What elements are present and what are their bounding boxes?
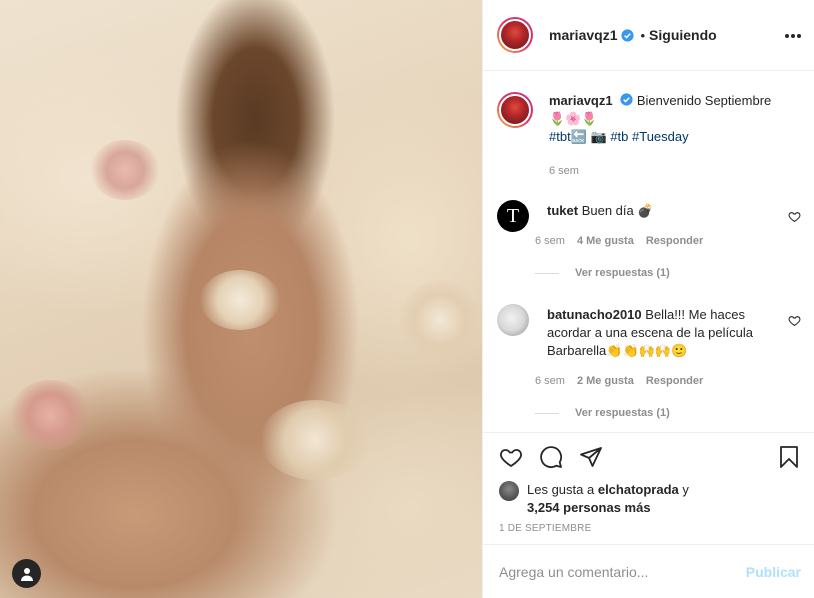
avatar[interactable]: T xyxy=(497,200,529,232)
photo-decoration xyxy=(400,280,480,360)
back-emoji: 🔙 xyxy=(570,129,587,144)
comment-input[interactable]: Agrega un comentario... xyxy=(499,564,746,580)
likes-summary: Les gusta a elchatoprada y 3,254 persona… xyxy=(499,481,689,517)
add-comment-bar: Agrega un comentario... Publicar xyxy=(483,544,814,598)
heart-icon[interactable] xyxy=(788,210,801,223)
reply-button[interactable]: Responder xyxy=(646,235,703,247)
verified-icon xyxy=(620,93,633,106)
view-replies-label: Ver respuestas (1) xyxy=(575,267,670,279)
comment-meta: 6 sem 4 Me gusta Responder xyxy=(535,235,715,247)
save-button[interactable] xyxy=(777,445,801,472)
hashtag-link[interactable]: #Tuesday xyxy=(632,129,689,144)
photo-decoration xyxy=(260,400,370,480)
heart-icon[interactable] xyxy=(788,314,801,327)
hashtag-link[interactable]: #tb xyxy=(610,129,628,144)
comment-username[interactable]: tuket xyxy=(547,203,578,218)
share-icon[interactable] xyxy=(579,445,603,469)
avatar[interactable] xyxy=(499,481,519,501)
reply-button[interactable]: Responder xyxy=(646,375,703,387)
comment-likes[interactable]: 4 Me gusta xyxy=(577,235,634,247)
verified-icon xyxy=(621,28,635,42)
post-panel: mariavqz1 • Siguiendo mariavqz1 Bienveni… xyxy=(482,0,814,598)
post-date[interactable]: 1 DE SEPTIEMBRE xyxy=(499,523,591,534)
avatar[interactable] xyxy=(497,304,529,336)
save-icon xyxy=(780,446,798,468)
photo-decoration xyxy=(90,140,160,200)
caption-text: Bienvenido Septiembre xyxy=(636,93,772,108)
comment-item: batunacho2010 Bella!!! Me haces acordar … xyxy=(497,304,801,360)
likes-connector: y xyxy=(682,482,689,497)
comments-section[interactable]: mariavqz1 Bienvenido Septiembre 🌷🌸🌷 #tbt… xyxy=(483,72,814,432)
user-icon xyxy=(20,567,33,581)
likes-prefix: Les gusta a xyxy=(527,482,595,497)
caption-username[interactable]: mariavqz1 xyxy=(549,93,613,108)
comment-time[interactable]: 6 sem xyxy=(535,235,565,247)
post-header: mariavqz1 • Siguiendo xyxy=(483,0,814,71)
heart-icon[interactable] xyxy=(499,445,523,469)
comment-likes[interactable]: 2 Me gusta xyxy=(577,375,634,387)
separator-dot: • xyxy=(640,27,646,43)
follow-button[interactable]: Siguiendo xyxy=(649,27,717,43)
comment-time[interactable]: 6 sem xyxy=(535,375,565,387)
avatar[interactable] xyxy=(497,17,533,53)
hashtag-link[interactable]: #tbt xyxy=(549,129,571,144)
camera-emoji: 📷 xyxy=(590,129,607,144)
publish-button[interactable]: Publicar xyxy=(746,564,801,580)
more-icon[interactable] xyxy=(785,28,801,44)
post-photo[interactable] xyxy=(0,0,482,598)
view-replies-button[interactable]: Ver respuestas (1) xyxy=(535,407,670,419)
comment-icon[interactable] xyxy=(539,445,563,469)
comment-username[interactable]: batunacho2010 xyxy=(547,307,642,322)
view-replies-button[interactable]: Ver respuestas (1) xyxy=(535,267,670,279)
photo-decoration xyxy=(200,270,280,330)
likes-others[interactable]: 3,254 personas más xyxy=(527,500,651,515)
caption-emojis: 🌷🌸🌷 xyxy=(549,111,598,126)
post-username[interactable]: mariavqz1 xyxy=(549,27,617,43)
divider xyxy=(535,272,559,274)
tagged-users-button[interactable] xyxy=(12,559,41,588)
caption-time[interactable]: 6 sem xyxy=(549,165,579,177)
photo-decoration xyxy=(10,380,90,450)
divider xyxy=(535,412,559,414)
post-actions: Les gusta a elchatoprada y 3,254 persona… xyxy=(483,432,814,544)
comment-text: Buen día 💣 xyxy=(581,203,654,218)
likes-user[interactable]: elchatoprada xyxy=(598,482,679,497)
avatar-letter: T xyxy=(506,204,520,227)
comment-item: T tuket Buen día 💣 xyxy=(497,200,801,232)
comment-meta: 6 sem 2 Me gusta Responder xyxy=(535,375,715,387)
avatar[interactable] xyxy=(497,92,533,128)
caption: mariavqz1 Bienvenido Septiembre 🌷🌸🌷 #tbt… xyxy=(497,92,781,146)
view-replies-label: Ver respuestas (1) xyxy=(575,407,670,419)
